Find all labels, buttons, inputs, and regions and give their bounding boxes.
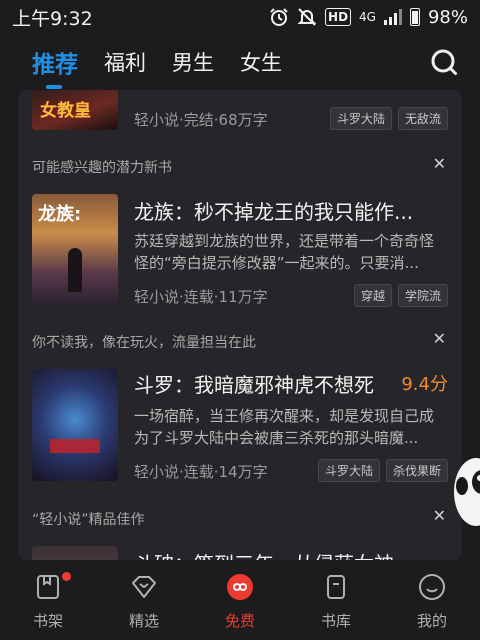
cover-title-art: 女教皇: [40, 101, 91, 121]
nav-label: 免费: [224, 612, 255, 630]
battery-percent: 98%: [427, 6, 468, 28]
book-feed: 女教皇 轻小说·完结·68万字 斗罗大陆 无敌流 可能感兴趣的潜力新书 ✕ 龙族…: [18, 90, 462, 560]
book-tag[interactable]: 斗罗大陆: [317, 459, 380, 482]
close-icon[interactable]: ✕: [433, 329, 446, 348]
nav-featured[interactable]: 精选: [96, 560, 192, 640]
mute-bell-icon: [297, 8, 317, 26]
book-card[interactable]: 可能感兴趣的潜力新书 ✕ 龙族: 龙族：秒不掉龙王的我只能作... 苏廷穿越到龙…: [18, 146, 462, 320]
book-title[interactable]: 龙族：秒不掉龙王的我只能作...: [134, 196, 413, 225]
bookshelf-icon: [37, 575, 59, 599]
bottom-nav: 书架 精选 免费 书库 我的: [0, 560, 480, 640]
book-cover[interactable]: 女教皇: [32, 90, 118, 130]
book-tags: 斗罗大陆 杀伐果断: [317, 459, 448, 482]
book-meta: 轻小说·完结·68万字: [134, 111, 268, 129]
signal-icon: [383, 9, 402, 25]
notification-dot: [62, 572, 71, 581]
free-icon: [227, 574, 253, 600]
nav-label: 精选: [128, 612, 159, 630]
top-tabs: 推荐 福利 男生 女生: [0, 34, 480, 90]
book-description: 苏廷穿越到龙族的世界，还是带着一个奇奇怪怪的“旁白提示修改器”一起来的。只要消.…: [134, 232, 435, 272]
book-card[interactable]: 你不读我，像在玩火，流量担当在此 ✕ 斗罗：我暗魔邪神虎不想死 9.4分 一场宿…: [18, 320, 462, 496]
book-cover[interactable]: [32, 546, 118, 560]
status-icons: HD 4G 98%: [269, 7, 468, 28]
book-tag[interactable]: 斗罗大陆: [329, 107, 392, 130]
status-time: 上午9:32: [12, 7, 93, 30]
book-meta: 轻小说·连载·11万字: [134, 288, 268, 306]
book-title[interactable]: 斗破：签到三年，从侵获女神: [134, 548, 394, 560]
book-title[interactable]: 斗罗：我暗魔邪神虎不想死: [134, 369, 374, 398]
nav-free[interactable]: 免费: [192, 560, 288, 640]
nav-profile[interactable]: 我的: [384, 560, 480, 640]
tab-welfare[interactable]: 福利: [104, 47, 146, 77]
network-type: 4G: [359, 10, 376, 24]
book-tag[interactable]: 穿越: [353, 284, 392, 307]
hd-badge: HD: [325, 8, 352, 26]
tab-male[interactable]: 男生: [172, 47, 214, 77]
close-icon[interactable]: ✕: [433, 154, 446, 173]
tab-female[interactable]: 女生: [240, 47, 282, 77]
nav-library[interactable]: 书库: [288, 560, 384, 640]
book-card[interactable]: “轻小说”精品佳作 ✕ 斗破：签到三年，从侵获女神: [18, 496, 462, 560]
nav-label: 书库: [320, 612, 351, 630]
battery-icon: [409, 8, 420, 26]
nav-label: 我的: [416, 612, 447, 630]
book-tags: 穿越 学院流: [353, 284, 448, 307]
status-bar: 上午9:32 HD 4G 98%: [0, 0, 480, 34]
recommend-reason: 你不读我，像在玩火，流量担当在此: [32, 335, 256, 351]
smile-icon: [419, 574, 445, 600]
tab-recommend[interactable]: 推荐: [32, 45, 78, 89]
book-description: 一场宿醉，当王修再次醒来，却是发现自己成为了斗罗大陆中会被唐三杀死的那头暗魔..…: [134, 407, 435, 447]
alarm-icon: [270, 8, 288, 26]
nav-label: 书架: [32, 612, 63, 630]
book-tags: 斗罗大陆 无敌流: [329, 107, 448, 130]
book-meta: 轻小说·连载·14万字: [134, 463, 268, 481]
book-tag[interactable]: 杀伐果断: [385, 459, 448, 482]
nav-bookshelf[interactable]: 书架: [0, 560, 96, 640]
recommend-reason: “轻小说”精品佳作: [32, 512, 145, 528]
cover-title-art: 龙族:: [38, 204, 82, 225]
book-card[interactable]: 女教皇 轻小说·完结·68万字 斗罗大陆 无敌流: [18, 90, 462, 146]
book-tag[interactable]: 无敌流: [397, 107, 448, 130]
book-tag[interactable]: 学院流: [397, 284, 448, 307]
recommend-reason: 可能感兴趣的潜力新书: [32, 160, 172, 176]
book-score: 9.4分: [401, 374, 448, 395]
book-cover[interactable]: [32, 369, 118, 481]
diamond-icon: [132, 576, 156, 598]
book-cover[interactable]: 龙族:: [32, 194, 118, 306]
close-icon[interactable]: ✕: [433, 506, 446, 525]
search-icon[interactable]: [430, 48, 458, 76]
library-icon: [327, 575, 345, 599]
mascot-floating-button[interactable]: [452, 452, 480, 526]
